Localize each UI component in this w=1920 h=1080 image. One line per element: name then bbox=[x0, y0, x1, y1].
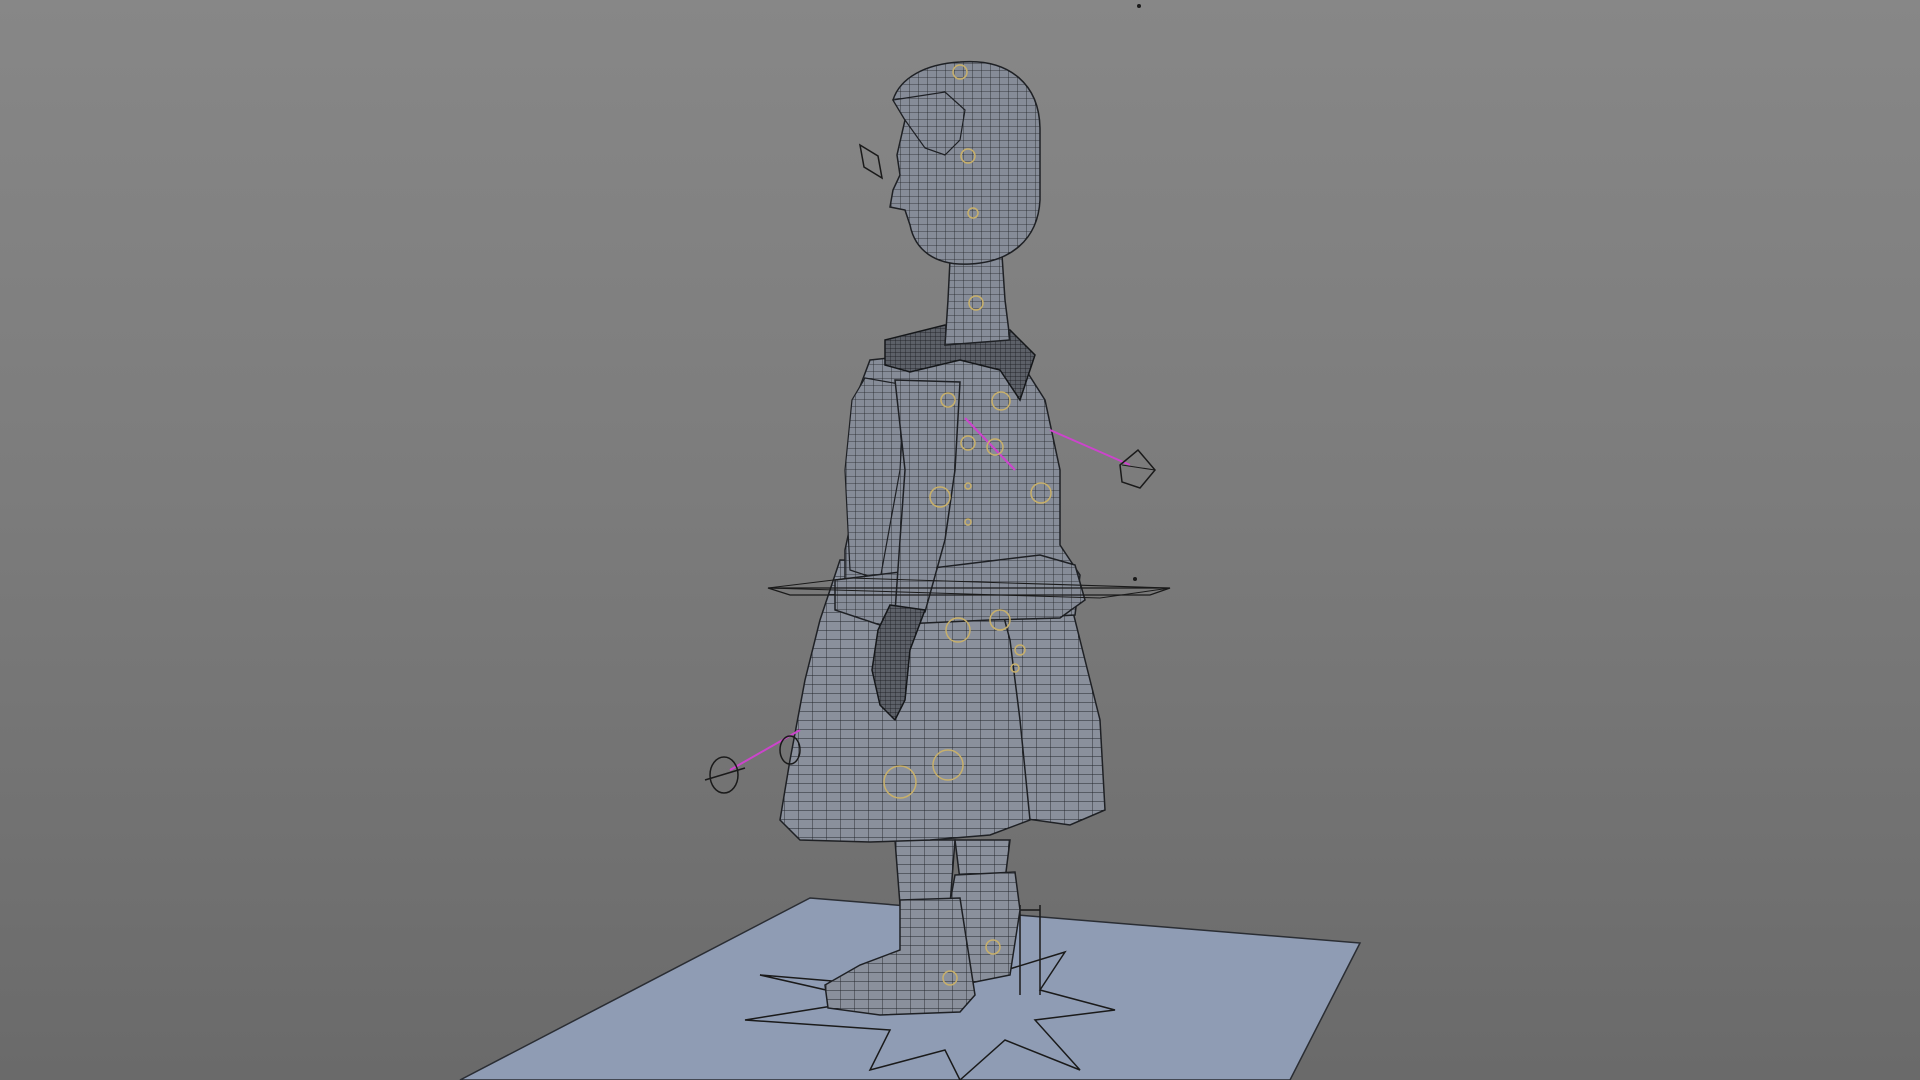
elbow-pole-inner bbox=[1121, 464, 1156, 471]
eye-aim-locator[interactable] bbox=[858, 143, 884, 180]
marker-dot bbox=[1137, 4, 1141, 8]
scene-canvas[interactable] bbox=[0, 0, 1920, 1080]
marker-dot bbox=[1133, 577, 1137, 581]
character-neck[interactable] bbox=[944, 254, 1011, 346]
character-leg-left[interactable] bbox=[894, 839, 956, 906]
3d-viewport[interactable] bbox=[0, 0, 1920, 1080]
elbow-pole-line bbox=[1049, 429, 1131, 466]
